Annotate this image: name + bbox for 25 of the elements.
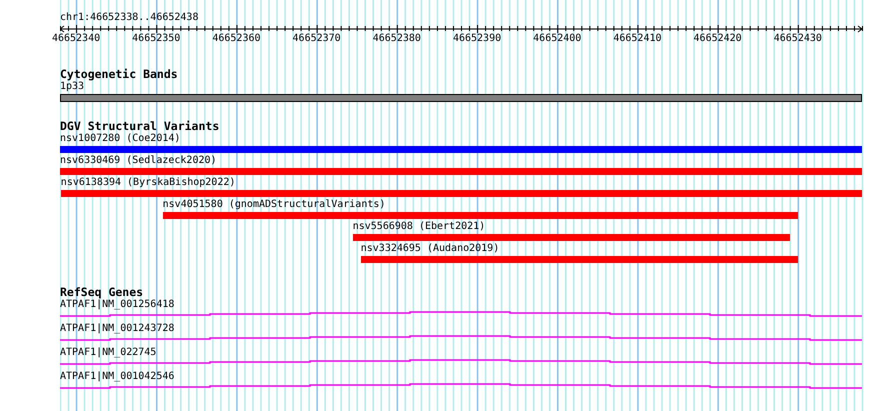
variant-label[interactable]: nsv6138394 (ByrskaBishop2022) [60,177,236,189]
ruler-tick-label: 46652380 [372,33,421,45]
track-title: DGV Structural Variants [60,120,220,133]
ruler-tick-label: 46652410 [613,33,662,45]
variant-label[interactable]: nsv6330469 (Sedlazeck2020) [60,155,217,167]
location-label: chr1:46652338..46652438 [60,12,198,24]
variant-label[interactable]: nsv1007280 (Coe2014) [60,133,180,145]
track-title: Cytogenetic Bands [60,68,178,81]
variant-label[interactable]: nsv3324695 (Audano2019) [360,243,500,255]
track-title: RefSeq Genes [60,286,144,299]
gene-label[interactable]: ATPAF1|NM_001042546 [60,371,174,383]
gene-label[interactable]: ATPAF1|NM_022745 [60,347,156,359]
ruler-tick-label: 46652430 [774,33,822,45]
ruler-tick-label: 46652360 [212,33,261,45]
variant-label[interactable]: nsv5566908 (Ebert2021) [352,221,486,233]
gene-label[interactable]: ATPAF1|NM_001243728 [60,323,174,335]
ruler-tick-label: 46652390 [452,33,502,45]
ruler-tick-label: 46652350 [132,33,180,45]
ruler-tick-label: 46652370 [292,33,341,45]
ruler-tick-label: 46652420 [694,33,742,45]
gene-label[interactable]: ATPAF1|NM_001256418 [60,299,174,311]
ruler-tick-label: 46652340 [52,33,100,45]
variant-label[interactable]: nsv4051580 (gnomADStructuralVariants) [162,199,386,211]
ruler-tick-label: 46652400 [533,33,582,45]
band-label: 1p33 [60,81,84,93]
